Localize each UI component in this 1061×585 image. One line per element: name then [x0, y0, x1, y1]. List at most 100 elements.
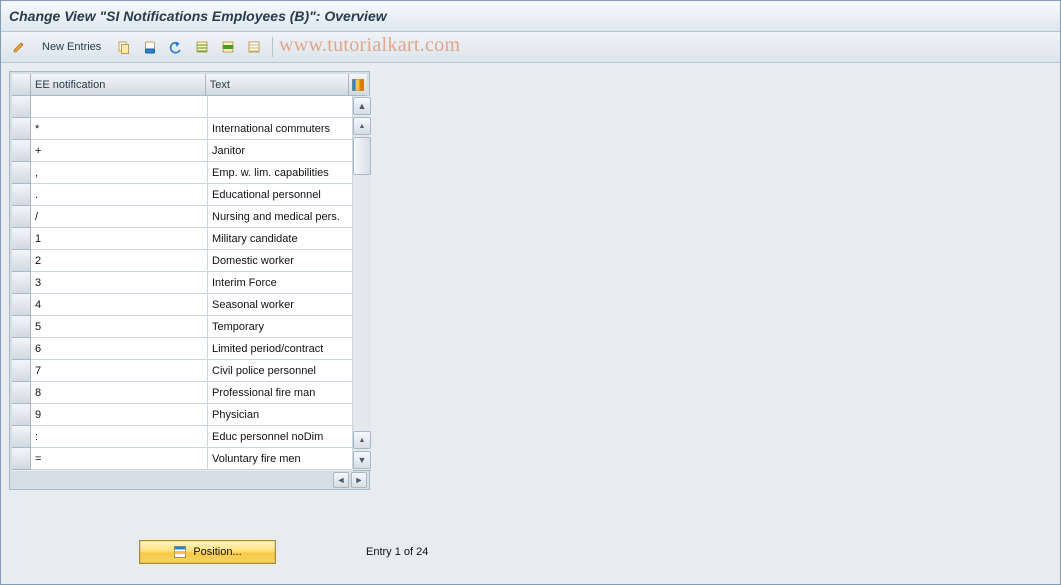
cell-text[interactable]: Limited period/contract — [208, 338, 353, 360]
table-row: 5Temporary — [12, 316, 353, 338]
column-header-text[interactable]: Text — [206, 74, 349, 96]
table-row: 8Professional fire man — [12, 382, 353, 404]
select-block-button[interactable] — [216, 35, 240, 59]
cell-ee-notification[interactable]: : — [31, 426, 208, 448]
cell-ee-notification[interactable]: 2 — [31, 250, 208, 272]
cell-ee-notification[interactable]: 7 — [31, 360, 208, 382]
table-row: 4Seasonal worker — [12, 294, 353, 316]
row-selector[interactable] — [12, 426, 31, 448]
cell-text[interactable]: Emp. w. lim. capabilities — [208, 162, 353, 184]
table-row: /Nursing and medical pers. — [12, 206, 353, 228]
cell-ee-notification[interactable]: 3 — [31, 272, 208, 294]
cell-text[interactable]: Domestic worker — [208, 250, 353, 272]
select-all-button[interactable] — [190, 35, 214, 59]
watermark-text: www.tutorialkart.com — [279, 34, 460, 57]
copy-as-button[interactable] — [112, 35, 136, 59]
footer-area: Position... Entry 1 of 24 — [1, 540, 839, 564]
undo-button[interactable] — [164, 35, 188, 59]
cell-text[interactable]: Educational personnel — [208, 184, 353, 206]
cell-text[interactable]: International commuters — [208, 118, 353, 140]
app-frame: Change View "SI Notifications Employees … — [0, 0, 1061, 585]
row-selector[interactable] — [12, 140, 31, 162]
cell-ee-notification[interactable]: 8 — [31, 382, 208, 404]
row-selector[interactable] — [12, 118, 31, 140]
position-button-label: Position... — [193, 546, 241, 558]
grid-corner[interactable] — [12, 74, 31, 96]
entry-status-text: Entry 1 of 24 — [366, 546, 428, 558]
table-container: EE notification Text *International comm… — [9, 71, 370, 490]
cell-text[interactable]: Military candidate — [208, 228, 353, 250]
toolbar-separator — [272, 37, 273, 57]
scroll-down-button-2[interactable]: ▲ — [353, 431, 371, 449]
scroll-up-button-2[interactable]: ▲ — [353, 117, 371, 135]
cell-ee-notification[interactable]: 9 — [31, 404, 208, 426]
cell-ee-notification[interactable]: , — [31, 162, 208, 184]
row-selector[interactable] — [12, 184, 31, 206]
cell-ee-notification[interactable]: 5 — [31, 316, 208, 338]
cell-ee-notification[interactable]: * — [31, 118, 208, 140]
cell-text[interactable]: Temporary — [208, 316, 353, 338]
new-entries-button[interactable]: New Entries — [33, 35, 110, 59]
column-header-ee-notification[interactable]: EE notification — [31, 74, 206, 96]
row-selector[interactable] — [12, 448, 31, 470]
cell-ee-notification[interactable]: = — [31, 448, 208, 470]
row-selector[interactable] — [12, 382, 31, 404]
row-selector[interactable] — [12, 360, 31, 382]
scroll-thumb[interactable] — [353, 137, 371, 175]
position-button[interactable]: Position... — [139, 540, 276, 564]
row-selector[interactable] — [12, 96, 31, 118]
scroll-down-button[interactable]: ▼ — [353, 451, 371, 469]
row-selector[interactable] — [12, 206, 31, 228]
table-row: 9Physician — [12, 404, 353, 426]
cell-text[interactable]: Seasonal worker — [208, 294, 353, 316]
row-selector[interactable] — [12, 250, 31, 272]
toolbar: New Entries www.tutorialkart.com — [1, 32, 1060, 63]
table-row: :Educ personnel noDim — [12, 426, 353, 448]
table-row: 6Limited period/contract — [12, 338, 353, 360]
row-selector[interactable] — [12, 162, 31, 184]
cell-text[interactable]: Educ personnel noDim — [208, 426, 353, 448]
table-row: .Educational personnel — [12, 184, 353, 206]
cell-text[interactable]: Professional fire man — [208, 382, 353, 404]
row-selector[interactable] — [12, 338, 31, 360]
table-row: =Voluntary fire men — [12, 448, 353, 470]
scroll-track[interactable] — [353, 176, 371, 430]
cell-text[interactable]: Physician — [208, 404, 353, 426]
table-row: +Janitor — [12, 140, 353, 162]
cell-ee-notification[interactable]: . — [31, 184, 208, 206]
vertical-scrollbar[interactable]: ▲ ▲ ▲ ▼ — [353, 96, 371, 471]
horizontal-scrollbar[interactable]: ◄ ► — [12, 473, 367, 487]
row-selector[interactable] — [12, 228, 31, 250]
toggle-change-display-button[interactable] — [7, 35, 31, 59]
table-row — [12, 96, 353, 118]
cell-ee-notification[interactable]: 6 — [31, 338, 208, 360]
cell-text[interactable]: Nursing and medical pers. — [208, 206, 353, 228]
row-selector[interactable] — [12, 404, 31, 426]
delete-button[interactable] — [138, 35, 162, 59]
row-selector[interactable] — [12, 272, 31, 294]
cell-ee-notification[interactable]: 1 — [31, 228, 208, 250]
row-selector[interactable] — [12, 294, 31, 316]
deselect-all-button[interactable] — [242, 35, 266, 59]
table-row: ,Emp. w. lim. capabilities — [12, 162, 353, 184]
cell-ee-notification[interactable] — [31, 96, 208, 118]
cell-text[interactable]: Civil police personnel — [208, 360, 353, 382]
table-settings-button[interactable] — [349, 74, 367, 96]
content-area: EE notification Text *International comm… — [1, 63, 1060, 584]
cell-text[interactable]: Interim Force — [208, 272, 353, 294]
table-row: *International commuters — [12, 118, 353, 140]
table-row: 1Military candidate — [12, 228, 353, 250]
cell-ee-notification[interactable]: 4 — [31, 294, 208, 316]
cell-text[interactable] — [208, 96, 353, 118]
position-icon — [173, 545, 187, 559]
cell-text[interactable]: Janitor — [208, 140, 353, 162]
cell-ee-notification[interactable]: + — [31, 140, 208, 162]
cell-ee-notification[interactable]: / — [31, 206, 208, 228]
scroll-left-button[interactable]: ◄ — [333, 472, 349, 488]
cell-text[interactable]: Voluntary fire men — [208, 448, 353, 470]
row-selector[interactable] — [12, 316, 31, 338]
scroll-up-button[interactable]: ▲ — [353, 97, 371, 115]
scroll-right-button[interactable]: ► — [351, 472, 367, 488]
table-row: 7Civil police personnel — [12, 360, 353, 382]
data-grid: EE notification Text *International comm… — [12, 74, 367, 471]
